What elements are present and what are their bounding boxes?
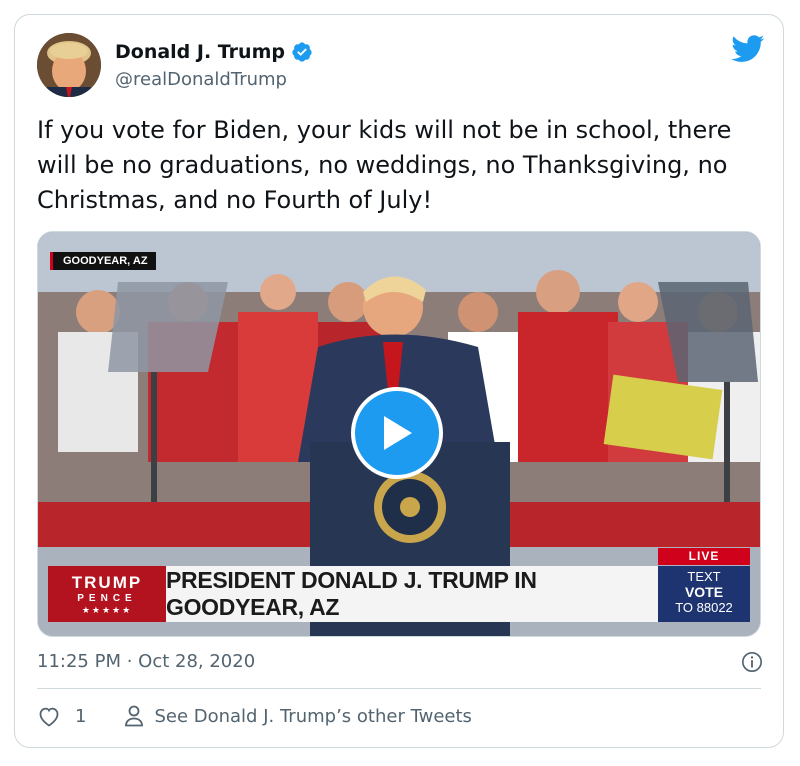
logo-line-pence: PENCE bbox=[77, 592, 137, 604]
shortcode-label: TO 88022 bbox=[675, 600, 733, 615]
person-icon bbox=[125, 705, 144, 727]
logo-line-trump: TRUMP bbox=[71, 572, 143, 592]
see-other-tweets-label: See Donald J. Trump’s other Tweets bbox=[154, 705, 472, 727]
live-badge: LIVE bbox=[658, 548, 750, 565]
author-name[interactable]: Donald J. Trump bbox=[115, 41, 285, 63]
video-player[interactable]: GOODYEAR, AZ TRUMP PENCE ★★★★★ PRESIDENT… bbox=[37, 231, 761, 637]
info-icon[interactable] bbox=[741, 651, 763, 673]
play-button[interactable] bbox=[351, 387, 443, 479]
heart-icon bbox=[39, 707, 59, 727]
play-icon bbox=[384, 416, 412, 450]
twitter-bird-icon[interactable] bbox=[731, 35, 765, 63]
location-tag: GOODYEAR, AZ bbox=[50, 252, 156, 270]
tweet-card: Donald J. Trump @realDonaldTrump If you … bbox=[14, 14, 784, 748]
like-count: 1 bbox=[75, 705, 87, 727]
tweet-text: If you vote for Biden, your kids will no… bbox=[37, 116, 732, 214]
author-handle[interactable]: @realDonaldTrump bbox=[115, 69, 287, 90]
see-other-tweets-link[interactable]: See Donald J. Trump’s other Tweets bbox=[124, 705, 472, 727]
avatar[interactable] bbox=[37, 33, 101, 97]
video-headline: PRESIDENT DONALD J. TRUMP IN GOODYEAR, A… bbox=[166, 566, 658, 622]
logo-stars: ★★★★★ bbox=[81, 604, 133, 615]
like-button[interactable]: 1 bbox=[37, 705, 86, 727]
campaign-logo: TRUMP PENCE ★★★★★ bbox=[48, 566, 166, 622]
verified-badge-icon bbox=[292, 42, 312, 62]
text-label: TEXT bbox=[687, 569, 721, 584]
news-lower-third: TRUMP PENCE ★★★★★ PRESIDENT DONALD J. TR… bbox=[48, 548, 750, 622]
avatar-image bbox=[37, 33, 101, 97]
text-vote-box: LIVE TEXT VOTE TO 88022 bbox=[658, 548, 750, 622]
vote-label: VOTE bbox=[684, 584, 724, 600]
tweet-timestamp[interactable]: 11:25 PM · Oct 28, 2020 bbox=[37, 651, 255, 672]
footer-divider bbox=[37, 688, 761, 689]
